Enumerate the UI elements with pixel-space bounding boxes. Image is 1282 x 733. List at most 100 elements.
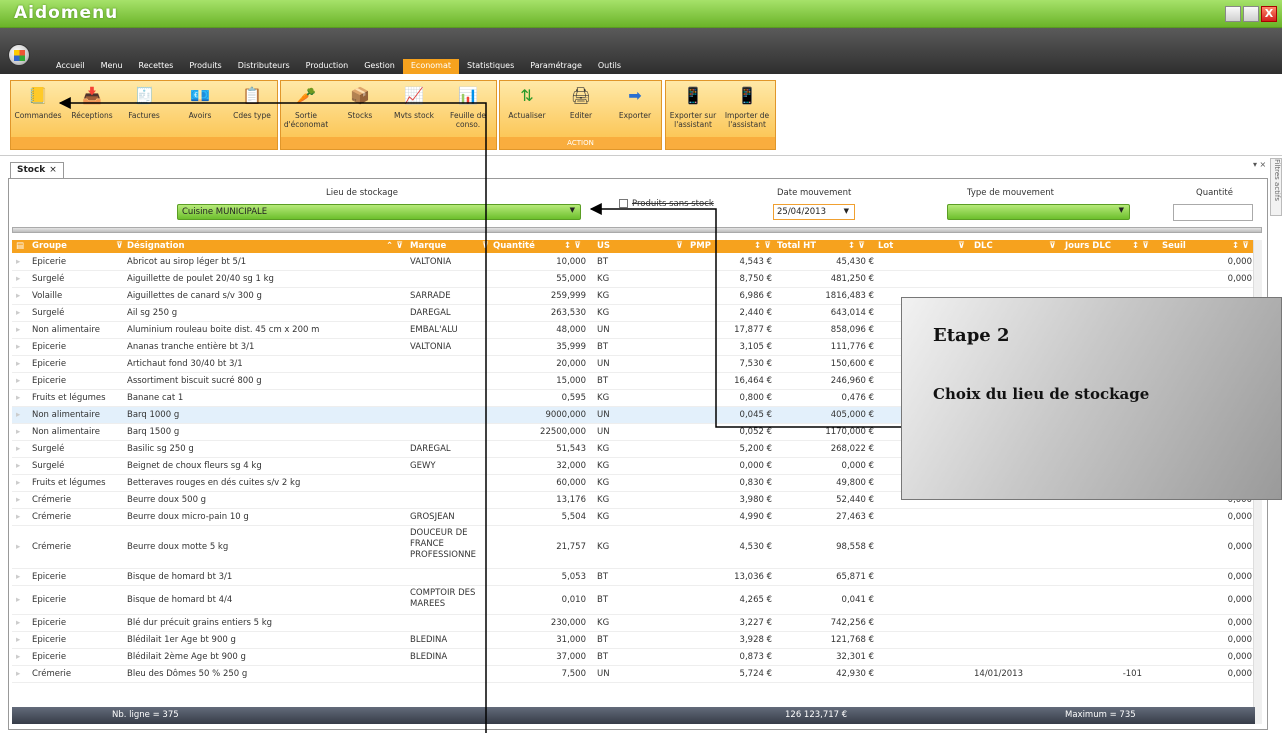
tutorial-callout: Etape 2 Choix du lieu de stockage xyxy=(901,297,1282,500)
table-cell: 150,600 € xyxy=(830,358,874,369)
filter-icon[interactable]: ⊽ xyxy=(116,241,123,251)
table-cell: Blédilait 1er Age bt 900 g xyxy=(127,634,236,645)
maximize-button[interactable] xyxy=(1243,6,1259,22)
tab-statistiques[interactable]: Statistiques xyxy=(459,59,522,74)
col-dlc[interactable]: DLC xyxy=(974,241,993,251)
tab-stock[interactable]: Stock × xyxy=(10,162,64,179)
table-cell: 0,000 xyxy=(1227,651,1252,662)
table-row[interactable]: ▸ Epicerie Blé dur précuit grains entiers … xyxy=(12,615,1262,632)
table-cell: 15,000 xyxy=(556,375,586,386)
consumption-sheet-icon: 📊 xyxy=(458,86,478,105)
sort-filter-icon[interactable]: ↕ ⊽ xyxy=(848,241,865,251)
table-row[interactable]: ▸ Crémerie Bleu des Dômes 50 % 250 g 7,500 U… xyxy=(12,666,1262,683)
col-lot[interactable]: Lot xyxy=(878,241,893,251)
quantite-input[interactable] xyxy=(1173,204,1253,221)
tab-production[interactable]: Production xyxy=(298,59,357,74)
table-row[interactable]: ▸ Epicerie Blédilait 1er Age bt 900 g BLEDI… xyxy=(12,632,1262,649)
sort-filter-icon[interactable]: ↕ ⊽ xyxy=(564,241,581,251)
tab-distributeurs[interactable]: Distributeurs xyxy=(230,59,298,74)
table-row[interactable]: ▸ Epicerie Blédilait 2ème Age bt 900 g BLED… xyxy=(12,649,1262,666)
dropdown-arrow-icon: ▼ xyxy=(843,207,849,215)
close-window-button[interactable]: X xyxy=(1261,6,1277,22)
tab-accueil[interactable]: Accueil xyxy=(48,59,93,74)
filter-icon[interactable]: ⊽ xyxy=(1049,241,1056,251)
table-cell: 6,986 € xyxy=(739,290,772,301)
mvts-stock-button[interactable]: 📈 Mvts stock xyxy=(389,85,439,135)
col-groupe[interactable]: Groupe xyxy=(32,241,67,251)
sort-filter-icon[interactable]: ↕ ⊽ xyxy=(754,241,771,251)
col-marque[interactable]: Marque xyxy=(410,241,446,251)
col-pmp[interactable]: PMP xyxy=(690,241,711,251)
table-cell: EMBAL'ALU xyxy=(410,324,458,335)
import-assistant-button[interactable]: 📱 Importer de l'assistant xyxy=(722,85,772,135)
table-cell: Barq 1500 g xyxy=(127,426,180,437)
table-cell: 0,000 xyxy=(1227,541,1252,552)
exporter-button[interactable]: ➡ Exporter xyxy=(610,85,660,135)
table-cell: 2,440 € xyxy=(739,307,772,318)
sort-filter-icon[interactable]: ↕ ⊽ xyxy=(1232,241,1249,251)
filter-icon[interactable]: ⊽ xyxy=(958,241,965,251)
grid-footer: Nb. ligne = 375 126 123,717 € Maximum = … xyxy=(12,707,1255,724)
table-cell: 17,877 € xyxy=(734,324,772,335)
tab-gestion[interactable]: Gestion xyxy=(356,59,403,74)
table-cell: 20,000 xyxy=(556,358,586,369)
table-row[interactable]: ▸ Crémerie Beurre doux micro-pain 10 g GROS… xyxy=(12,509,1262,526)
tab-parametrage[interactable]: Paramétrage xyxy=(522,59,590,74)
produits-sans-stock-checkbox[interactable] xyxy=(619,199,628,208)
filter-icon[interactable]: ⊽ xyxy=(676,241,683,251)
tab-recettes[interactable]: Recettes xyxy=(131,59,182,74)
sort-filter-icon[interactable]: ⌃ ⊽ xyxy=(386,241,403,251)
table-cell: BT xyxy=(597,256,609,267)
col-quantite[interactable]: Quantité xyxy=(493,241,535,251)
receptions-button[interactable]: 📥 Réceptions xyxy=(67,85,117,135)
table-cell: 65,871 € xyxy=(836,571,874,582)
tab-produits[interactable]: Produits xyxy=(181,59,229,74)
cdes-type-button[interactable]: 📋 Cdes type xyxy=(227,85,277,135)
editer-button[interactable]: 🖨 Editer xyxy=(556,85,606,135)
lieu-stockage-combo[interactable]: Cuisine MUNICIPALE ▼ xyxy=(177,204,581,220)
factures-button[interactable]: 🧾 Factures xyxy=(119,85,169,135)
table-cell: Surgelé xyxy=(32,443,65,454)
feuille-conso-button[interactable]: 📊 Feuille de conso. xyxy=(443,85,493,135)
export-assistant-button[interactable]: 📱 Exporter sur l'assistant xyxy=(668,85,718,135)
close-tab-icon[interactable]: × xyxy=(49,165,57,175)
minimize-button[interactable] xyxy=(1225,6,1241,22)
col-jours-dlc[interactable]: Jours DLC xyxy=(1065,241,1111,251)
table-cell: 742,256 € xyxy=(830,617,874,628)
sort-filter-icon[interactable]: ↕ ⊽ xyxy=(1132,241,1149,251)
sortie-economat-button[interactable]: 🥕 Sortie d'économat xyxy=(281,85,331,135)
table-row[interactable]: ▸ Crémerie Beurre doux motte 5 kg DOUCEUR D… xyxy=(12,526,1262,569)
table-row[interactable]: ▸ Epicerie Bisque de homard bt 3/1 5,053 BT 1… xyxy=(12,569,1262,586)
col-us[interactable]: US xyxy=(597,241,610,251)
col-seuil[interactable]: Seuil xyxy=(1162,241,1186,251)
tab-outils[interactable]: Outils xyxy=(590,59,629,74)
date-mouvement-picker[interactable]: 25/04/2013 ▼ xyxy=(773,204,855,220)
row-indicator-icon: ▸ xyxy=(16,541,21,552)
table-cell: 3,227 € xyxy=(739,617,772,628)
panel-controls[interactable]: ▾ × xyxy=(1253,160,1266,169)
commandes-button[interactable]: 📒 Commandes xyxy=(13,85,63,135)
avoirs-button[interactable]: 💶 Avoirs xyxy=(175,85,225,135)
col-total-ht[interactable]: Total HT xyxy=(777,241,816,251)
type-mouvement-combo[interactable]: ▼ xyxy=(947,204,1130,220)
table-row[interactable]: ▸ Surgelé Aiguillette de poulet 20/40 sg 1… xyxy=(12,271,1262,288)
app-menu-icon[interactable] xyxy=(8,44,30,66)
ribbon-group-commandes: 📒 Commandes 📥 Réceptions 🧾 Factures 💶 Avoirs… xyxy=(10,80,278,150)
tab-economat[interactable]: Economat xyxy=(402,59,460,74)
row-indicator-icon: ▸ xyxy=(16,594,21,605)
table-row[interactable]: ▸ Epicerie Abricot au sirop léger bt 5/1 VA… xyxy=(12,254,1262,271)
table-cell: Fruits et légumes xyxy=(32,392,106,403)
stocks-button[interactable]: 📦 Stocks xyxy=(335,85,385,135)
table-row[interactable]: ▸ Epicerie Bisque de homard bt 4/4 COMPTOIR… xyxy=(12,586,1262,615)
splitter[interactable] xyxy=(12,227,1262,233)
col-designation[interactable]: Désignation xyxy=(127,241,185,251)
filtres-actifs-panel[interactable]: Filtres actifs xyxy=(1270,158,1282,216)
filter-icon[interactable]: ⊽ xyxy=(482,241,489,251)
tab-menu[interactable]: Menu xyxy=(93,59,131,74)
table-cell: 481,250 € xyxy=(830,273,874,284)
table-cell: 5,504 xyxy=(561,511,586,522)
table-cell: SARRADE xyxy=(410,290,451,301)
column-chooser-icon[interactable]: ▤ xyxy=(16,241,24,251)
row-indicator-icon: ▸ xyxy=(16,443,21,454)
actualiser-button[interactable]: ⇅ Actualiser xyxy=(502,85,552,135)
